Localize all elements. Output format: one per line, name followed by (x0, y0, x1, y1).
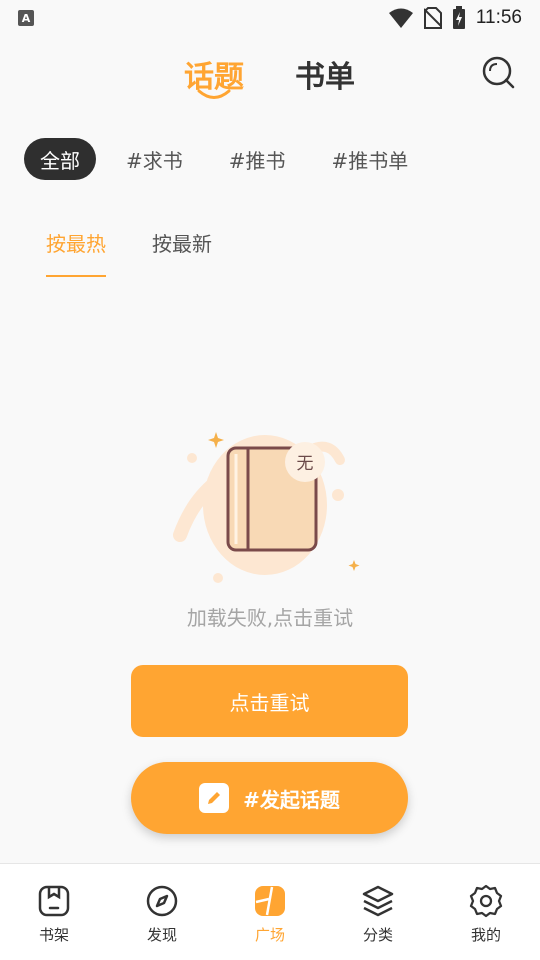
load-failed-message[interactable]: 加载失败,点击重试 (0, 602, 540, 631)
retry-button[interactable]: 点击重试 (131, 665, 408, 737)
bookshelf-icon (38, 885, 70, 917)
bottom-nav: 书架 发现 广场 分类 我的 (0, 863, 540, 960)
app-notification-icon: A (18, 10, 34, 26)
gear-icon (469, 884, 503, 918)
chip-recommend-book[interactable]: #推书 (229, 138, 286, 180)
status-time: 11:56 (475, 7, 522, 28)
nav-item-bookshelf[interactable]: 书架 (0, 864, 108, 960)
pencil-icon (199, 783, 230, 813)
nav-item-category[interactable]: 分类 (324, 864, 432, 960)
nav-label-category: 分类 (362, 926, 393, 944)
tab-booklists[interactable]: 书单 (295, 52, 355, 96)
no-sim-icon (423, 7, 442, 29)
empty-badge-text: 无 (297, 454, 314, 474)
compass-icon (146, 885, 178, 917)
square-icon (255, 886, 285, 916)
status-icons: 11:56 (388, 6, 522, 30)
battery-charging-icon (452, 6, 465, 29)
layers-icon (362, 885, 394, 917)
nav-item-square[interactable]: 广场 (216, 864, 324, 960)
start-topic-label: #发起话题 (243, 787, 340, 812)
wifi-icon (388, 8, 413, 28)
sort-tabs: 按最热 按最新 (46, 228, 212, 278)
chip-recommend-booklist[interactable]: #推书单 (332, 138, 409, 180)
start-topic-button[interactable]: #发起话题 (131, 762, 408, 834)
nav-label-bookshelf: 书架 (38, 926, 69, 944)
search-icon[interactable] (480, 54, 516, 90)
chip-all[interactable]: 全部 (24, 138, 96, 180)
filter-chips: 全部 #求书 #推书 #推书单 (24, 138, 454, 180)
nav-label-square: 广场 (254, 926, 285, 944)
empty-state-illustration: 无 (173, 432, 360, 583)
nav-label-mine: 我的 (470, 926, 501, 944)
sort-tab-hottest[interactable]: 按最热 (46, 228, 106, 278)
nav-label-discover: 发现 (146, 926, 177, 944)
active-tab-indicator (197, 89, 231, 99)
status-bar: A 11:56 (0, 0, 540, 36)
sort-tab-newest[interactable]: 按最新 (152, 228, 212, 278)
chip-request-book[interactable]: #求书 (126, 138, 183, 180)
nav-item-mine[interactable]: 我的 (432, 864, 540, 960)
header: 话题 书单 (0, 44, 540, 108)
nav-item-discover[interactable]: 发现 (108, 864, 216, 960)
